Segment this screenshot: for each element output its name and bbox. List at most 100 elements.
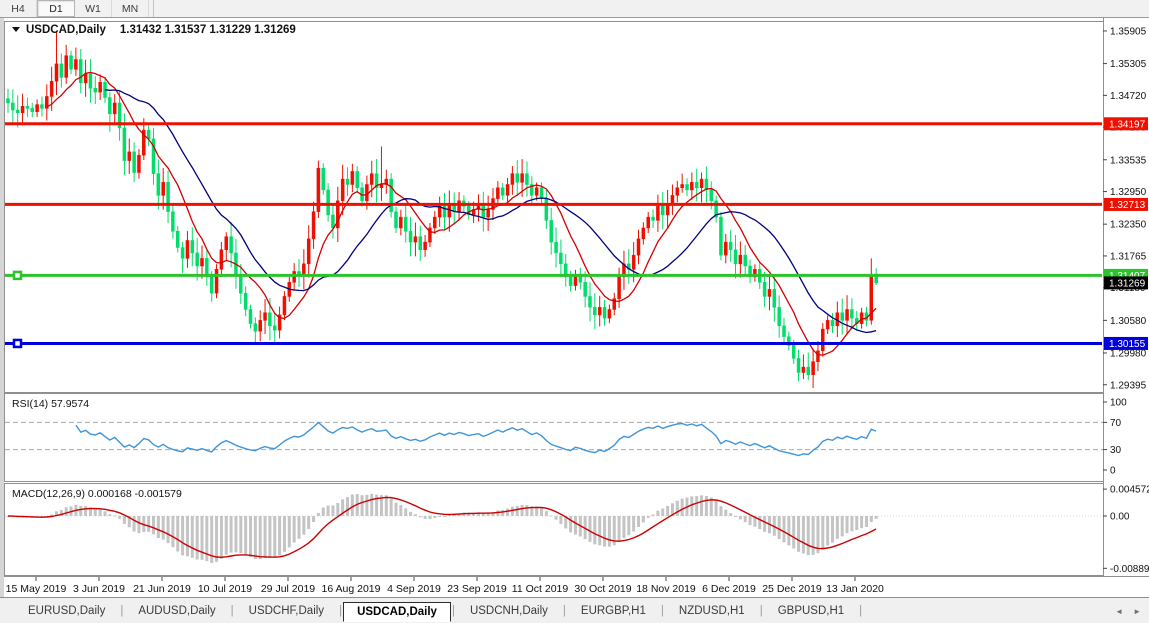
macd-hist-bar <box>293 516 296 543</box>
macd-hist-bar <box>739 516 742 519</box>
macd-hist-bar <box>424 516 427 519</box>
macd-hist-bar <box>681 499 684 516</box>
chart-ohlc-values: 1.31432 1.31537 1.31229 1.31269 <box>120 24 296 36</box>
timeframe-button-d1[interactable]: D1 <box>37 0 75 17</box>
chart-tab-usdcad-daily[interactable]: USDCAD,Daily <box>343 602 451 622</box>
macd-hist-bar <box>370 494 373 516</box>
macd-hist-bar <box>540 508 543 516</box>
macd-hist-bar <box>797 516 800 552</box>
chart-tab-eurusd-daily[interactable]: EURUSD,Daily <box>14 601 119 621</box>
macd-hist-bar <box>511 507 514 516</box>
macd-hist-bar <box>826 516 829 546</box>
chart-tab-usdcnh-daily[interactable]: USDCNH,Daily <box>456 601 562 621</box>
macd-hist-bar <box>433 516 436 518</box>
timeframe-button-mn[interactable]: MN <box>112 0 149 17</box>
macd-hist-bar <box>870 516 873 522</box>
svg-text:0: 0 <box>1110 466 1116 477</box>
chart-tab-audusd-daily[interactable]: AUDUSD,Daily <box>124 601 229 621</box>
tab-scroll-right-icon[interactable]: ► <box>1133 607 1141 616</box>
line-handle <box>14 272 21 279</box>
chart-tab-nzdusd-h1[interactable]: NZDUSD,H1 <box>665 601 759 621</box>
macd-hist-bar <box>147 516 150 532</box>
chart-tab-usdchf-daily[interactable]: USDCHF,Daily <box>235 601 338 621</box>
macd-hist-bar <box>409 512 412 516</box>
macd-hist-bar <box>225 516 228 555</box>
svg-text:1.34720: 1.34720 <box>1110 91 1147 102</box>
macd-hist-bar <box>273 516 276 557</box>
macd-hist-bar <box>264 516 267 558</box>
svg-text:1.30155: 1.30155 <box>1109 339 1146 350</box>
svg-text:1.31765: 1.31765 <box>1110 251 1147 262</box>
date-tick-label: 29 Jul 2019 <box>261 583 315 595</box>
macd-hist-bar <box>346 497 349 516</box>
macd-hist-bar <box>846 516 849 533</box>
macd-hist-bar <box>574 516 577 535</box>
macd-hist-bar <box>627 516 630 535</box>
svg-text:1.34197: 1.34197 <box>1109 119 1146 130</box>
macd-hist-bar <box>550 515 553 516</box>
macd-hist-bar <box>162 516 165 540</box>
macd-hist-bar <box>428 516 431 519</box>
date-tick-label: 23 Sep 2019 <box>447 583 507 595</box>
macd-hist-bar <box>167 516 170 543</box>
chart-tab-bar: EURUSD,Daily|AUDUSD,Daily|USDCHF,Daily|U… <box>0 597 1149 623</box>
chart-canvas[interactable]: USDCAD,Daily 1.31432 1.31537 1.31229 1.31… <box>0 17 1149 597</box>
macd-hist-bar <box>331 505 334 516</box>
macd-hist-bar <box>589 516 592 542</box>
macd-hist-bar <box>807 516 810 555</box>
macd-hist-bar <box>521 505 524 516</box>
macd-hist-bar <box>569 516 572 532</box>
macd-hist-bar <box>176 516 179 551</box>
macd-hist-bar <box>705 496 708 516</box>
chart-symbol-label: USDCAD,Daily <box>26 24 106 36</box>
rsi-label: RSI(14) 57.9574 <box>12 398 89 410</box>
macd-hist-bar <box>94 509 97 516</box>
macd-hist-bar <box>787 516 790 545</box>
macd-hist-bar <box>831 516 834 543</box>
macd-hist-bar <box>875 516 878 519</box>
macd-hist-bar <box>385 495 388 516</box>
macd-hist-bar <box>390 499 393 516</box>
macd-hist-bar <box>99 510 102 516</box>
date-tick-label: 30 Oct 2019 <box>574 583 631 595</box>
macd-hist-bar <box>618 516 621 542</box>
macd-hist-bar <box>395 503 398 516</box>
svg-text:1.35305: 1.35305 <box>1110 59 1147 70</box>
macd-hist-bar <box>278 516 281 555</box>
date-tick-label: 13 Jan 2020 <box>826 583 884 595</box>
macd-hist-bar <box>234 516 237 552</box>
macd-hist-bar <box>133 516 136 531</box>
macd-hist-bar <box>836 516 839 539</box>
date-tick-label: 4 Sep 2019 <box>387 583 441 595</box>
chart-tab-eurgbp-h1[interactable]: EURGBP,H1 <box>567 601 660 621</box>
timeframe-toolbar: H4D1W1MN <box>0 0 1149 18</box>
tab-scroll-left-icon[interactable]: ◄ <box>1115 607 1123 616</box>
trading-terminal-window: H4D1W1MN USDCAD,Daily 1.31432 1.31537 1.3… <box>0 0 1149 623</box>
macd-hist-bar <box>215 516 218 562</box>
svg-text:1.31269: 1.31269 <box>1109 278 1146 289</box>
svg-text:1.32350: 1.32350 <box>1110 220 1147 231</box>
macd-hist-bar <box>724 510 727 516</box>
macd-hist-bar <box>598 516 601 545</box>
date-tick-label: 6 Dec 2019 <box>702 583 756 595</box>
svg-text:0.004572: 0.004572 <box>1110 485 1149 496</box>
svg-text:0.00: 0.00 <box>1110 512 1130 523</box>
macd-hist-bar <box>268 516 271 558</box>
date-tick-label: 10 Jul 2019 <box>198 583 252 595</box>
date-tick-label: 21 Jun 2019 <box>133 583 191 595</box>
macd-hist-bar <box>317 513 320 516</box>
timeframe-button-w1[interactable]: W1 <box>75 0 112 17</box>
macd-hist-bar <box>719 506 722 516</box>
macd-hist-bar <box>123 516 126 524</box>
macd-hist-bar <box>622 516 625 538</box>
macd-hist-bar <box>196 516 199 560</box>
macd-hist-bar <box>661 509 664 516</box>
timeframe-button-h4[interactable]: H4 <box>0 0 37 17</box>
macd-hist-bar <box>744 516 747 522</box>
macd-hist-bar <box>792 516 795 548</box>
svg-text:-0.008893: -0.008893 <box>1110 564 1149 575</box>
macd-hist-bar <box>676 501 679 516</box>
svg-text:70: 70 <box>1110 418 1122 429</box>
chart-tab-gbpusd-h1[interactable]: GBPUSD,H1 <box>764 601 858 621</box>
macd-hist-bar <box>186 516 189 556</box>
